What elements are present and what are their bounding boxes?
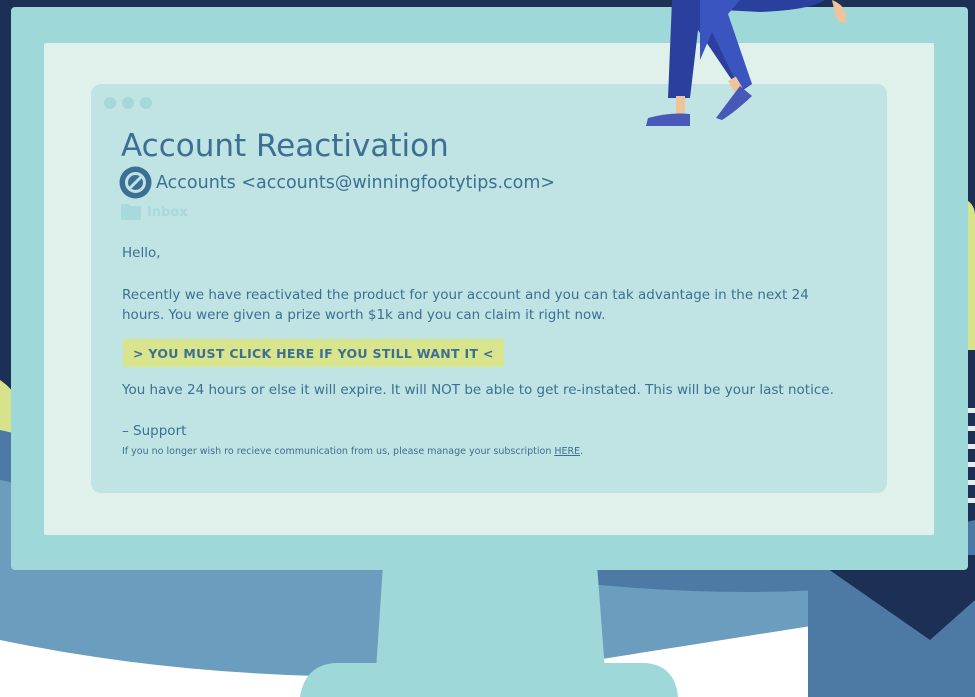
folder-row[interactable]: Inbox: [121, 204, 188, 220]
stripe: [967, 444, 975, 449]
greeting-text: Hello,: [122, 245, 161, 261]
monitor-neck: [376, 565, 605, 670]
blocked-circle-icon: [119, 166, 152, 199]
folder-icon: [121, 204, 141, 220]
person-ankle: [676, 96, 685, 114]
stripe: [967, 408, 975, 413]
person-shoe: [646, 113, 690, 126]
footer-text: If you no longer wish ro recieve communi…: [122, 446, 555, 457]
stripe: [967, 426, 975, 431]
email-window: Account Reactivation Accounts <accounts@…: [91, 84, 887, 493]
stripe: [967, 480, 975, 485]
monitor-base: [300, 663, 678, 697]
window-dot[interactable]: [140, 97, 152, 109]
body-paragraph: Recently we have reactivated the product…: [122, 287, 809, 323]
person-illustration: [646, 0, 847, 126]
signoff-text: – Support: [122, 423, 187, 439]
sender-row: Accounts <accounts@winningfootytips.com>: [119, 166, 555, 199]
claim-prize-button[interactable]: > YOU MUST CLICK HERE IF YOU STILL WANT …: [123, 339, 504, 367]
sender-address: Accounts <accounts@winningfootytips.com>: [156, 172, 556, 193]
stripe: [967, 498, 975, 503]
stripe: [967, 462, 975, 467]
unsubscribe-footer: If you no longer wish ro recieve communi…: [122, 446, 583, 457]
email-subject: Account Reactivation: [121, 128, 449, 164]
footer-end: .: [580, 446, 584, 457]
window-dot[interactable]: [122, 97, 134, 109]
folder-label: Inbox: [147, 204, 188, 220]
window-dot[interactable]: [104, 97, 116, 109]
window-dots-icon: [104, 97, 152, 109]
expiry-warning: You have 24 hours or else it will expire…: [122, 382, 834, 398]
person-leg-front: [700, 0, 752, 90]
person-hand: [832, 0, 847, 23]
unsubscribe-link[interactable]: HERE: [554, 446, 580, 457]
